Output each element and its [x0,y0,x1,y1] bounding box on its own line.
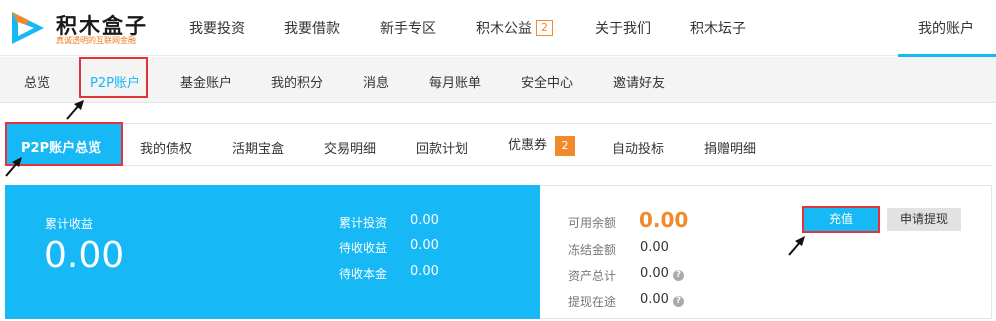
frozen-amount-value: 0.00 [640,240,669,255]
pending-principal-value: 0.00 [410,264,439,279]
topnav-about[interactable]: 关于我们 [595,18,651,38]
help-icon[interactable]: ? [672,270,684,281]
balance-panel: 可用余额 0.00 冻结金额 0.00 资产总计 0.00? 提现在途 0.00… [540,185,992,319]
topnav-charity-label: 积木公益 [476,21,532,37]
total-earnings-label: 累计收益 [45,217,94,231]
my-account-label: 我的账户 [918,21,974,37]
total-invested-value: 0.00 [410,213,439,228]
help-icon[interactable]: ? [672,296,684,307]
topnav-borrow[interactable]: 我要借款 [284,18,340,38]
tab-donation-details[interactable]: 捐赠明细 [704,138,756,157]
charity-count-badge: 2 [536,20,553,36]
subnav-overview[interactable]: 总览 [24,72,50,91]
topnav-charity[interactable]: 积木公益 2 [476,18,553,38]
logo-mark-icon [12,12,44,44]
earnings-summary-panel: 累计收益 0.00 累计投资 0.00 待收收益 0.00 待收本金 0.00 [5,185,540,319]
tab-auto-bid[interactable]: 自动投标 [612,138,664,157]
annotation-arrow-icon [66,100,84,120]
available-balance-value: 0.00 [639,208,689,232]
topnav-newbie[interactable]: 新手专区 [380,18,436,38]
subnav-points[interactable]: 我的积分 [271,72,323,91]
pending-earnings-label: 待收收益 [339,241,388,255]
frozen-amount-label: 冻结金额 [568,243,617,257]
subnav-messages[interactable]: 消息 [363,72,389,91]
total-assets-value: 0.00 [640,266,669,281]
tab-current-box[interactable]: 活期宝盒 [232,138,284,157]
logo-slogan: 真诚透明的互联网金融 [56,36,136,45]
logo[interactable]: 积木盒子 真诚透明的互联网金融 [10,10,146,46]
pending-earnings-value: 0.00 [410,238,439,253]
topnav-forum[interactable]: 积木坛子 [690,18,746,38]
total-assets-label: 资产总计 [568,269,617,283]
recharge-button[interactable]: 充值 [802,206,880,233]
total-earnings-value: 0.00 [44,235,125,276]
annotation-arrow-icon [788,236,805,256]
annotation-arrow-icon [5,157,22,177]
account-subnav: 总览 P2P账户 基金账户 我的积分 消息 每月账单 安全中心 邀请好友 [0,57,996,103]
subnav-monthly-bill[interactable]: 每月账单 [429,72,481,91]
subnav-p2p-label: P2P账户 [90,76,140,91]
coupon-count-badge: 2 [555,136,576,156]
top-navigation-bar: 积木盒子 真诚透明的互联网金融 我要投资 我要借款 新手专区 积木公益 2 关于我… [0,0,996,57]
withdrawal-in-transit-value: 0.00 [640,292,669,307]
subnav-p2p-account[interactable]: P2P账户 [79,57,148,98]
tab-my-claims[interactable]: 我的债权 [140,138,192,157]
tab-coupons-label: 优惠券 [508,138,548,153]
tab-p2p-overview-label: P2P账户总览 [21,141,102,156]
tab-transactions[interactable]: 交易明细 [324,138,376,157]
withdrawal-in-transit-label: 提现在途 [568,295,617,309]
subnav-fund-account[interactable]: 基金账户 [180,72,232,91]
tab-coupons[interactable]: 优惠券 2 [508,134,576,156]
available-balance-label: 可用余额 [568,216,617,230]
topnav-my-account[interactable]: 我的账户 [898,0,996,57]
pending-principal-label: 待收本金 [339,267,388,281]
subnav-security-center[interactable]: 安全中心 [521,72,573,91]
tab-repayment-plan[interactable]: 回款计划 [416,138,468,157]
withdrawal-in-transit-row: 0.00? [640,292,684,307]
withdraw-button[interactable]: 申请提现 [887,208,961,231]
p2p-tabs: P2P账户总览 我的债权 活期宝盒 交易明细 回款计划 优惠券 2 自动投标 捐赠… [5,122,992,166]
topnav-invest[interactable]: 我要投资 [189,18,245,38]
total-assets-row: 0.00? [640,266,684,281]
total-invested-label: 累计投资 [339,216,388,230]
subnav-invite-friends[interactable]: 邀请好友 [613,72,665,91]
